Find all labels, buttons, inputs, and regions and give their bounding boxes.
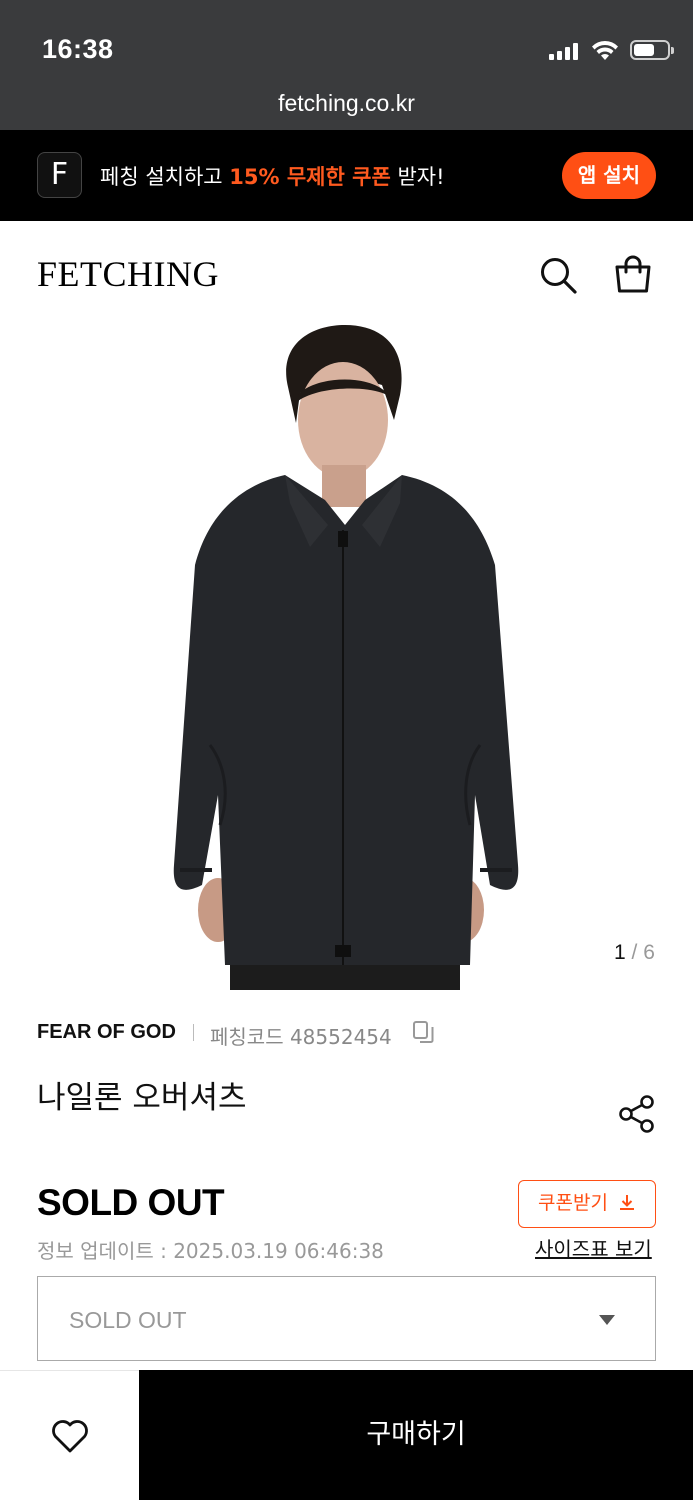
fetching-logo[interactable]: FETCHING [37,253,219,295]
brand-code-divider [193,1024,194,1041]
wishlist-button[interactable] [0,1370,139,1500]
share-icon[interactable] [618,1094,656,1134]
info-update-timestamp: 정보 업데이트 : 2025.03.19 06:46:38 [37,1239,384,1263]
price-status: SOLD OUT [37,1182,225,1223]
option-select-value: SOLD OUT [69,1307,187,1333]
address-bar-url[interactable]: fetching.co.kr [0,90,693,117]
image-counter: 1 / 6 [614,941,655,965]
banner-promo-text: 페칭 설치하고 15% 무제한 쿠폰 받자! [100,161,445,191]
buy-button[interactable]: 구매하기 [139,1370,693,1500]
coupon-label: 쿠폰받기 [538,1192,608,1214]
fetching-app-icon: F [37,152,82,198]
banner-text-prefix: 페칭 설치하고 [100,165,230,189]
product-name: 나일론 오버셔츠 [37,1080,247,1116]
search-icon[interactable] [538,255,578,295]
shopping-bag-icon[interactable] [612,253,654,295]
download-icon [619,1195,634,1210]
option-select[interactable]: SOLD OUT [37,1276,656,1361]
size-chart-link[interactable]: 사이즈표 보기 [535,1233,652,1262]
copy-icon[interactable] [412,1020,434,1044]
wifi-icon [592,40,618,60]
banner-text-suffix: 받자! [390,165,445,189]
caret-down-icon [599,1315,615,1325]
image-counter-total: 6 [643,941,655,964]
brand-name[interactable]: FEAR OF GOD [37,1021,176,1044]
image-counter-separator: / [625,941,644,964]
battery-icon [630,40,674,60]
cellular-signal-icon [549,42,579,60]
heart-icon [52,1420,88,1453]
browser-status-bar: 16:38 fetching.co.kr [0,0,693,130]
coupon-download-button[interactable]: 쿠폰받기 [518,1180,656,1228]
install-app-button[interactable]: 앱 설치 [562,152,656,199]
status-time: 16:38 [42,34,114,64]
banner-text-highlight: 15% 무제한 쿠폰 [229,165,391,189]
image-counter-current: 1 [614,941,626,964]
product-code: 페칭코드 48552454 [210,1025,392,1049]
product-image[interactable] [150,325,530,990]
bottom-action-bar: 구매하기 [0,1370,693,1500]
